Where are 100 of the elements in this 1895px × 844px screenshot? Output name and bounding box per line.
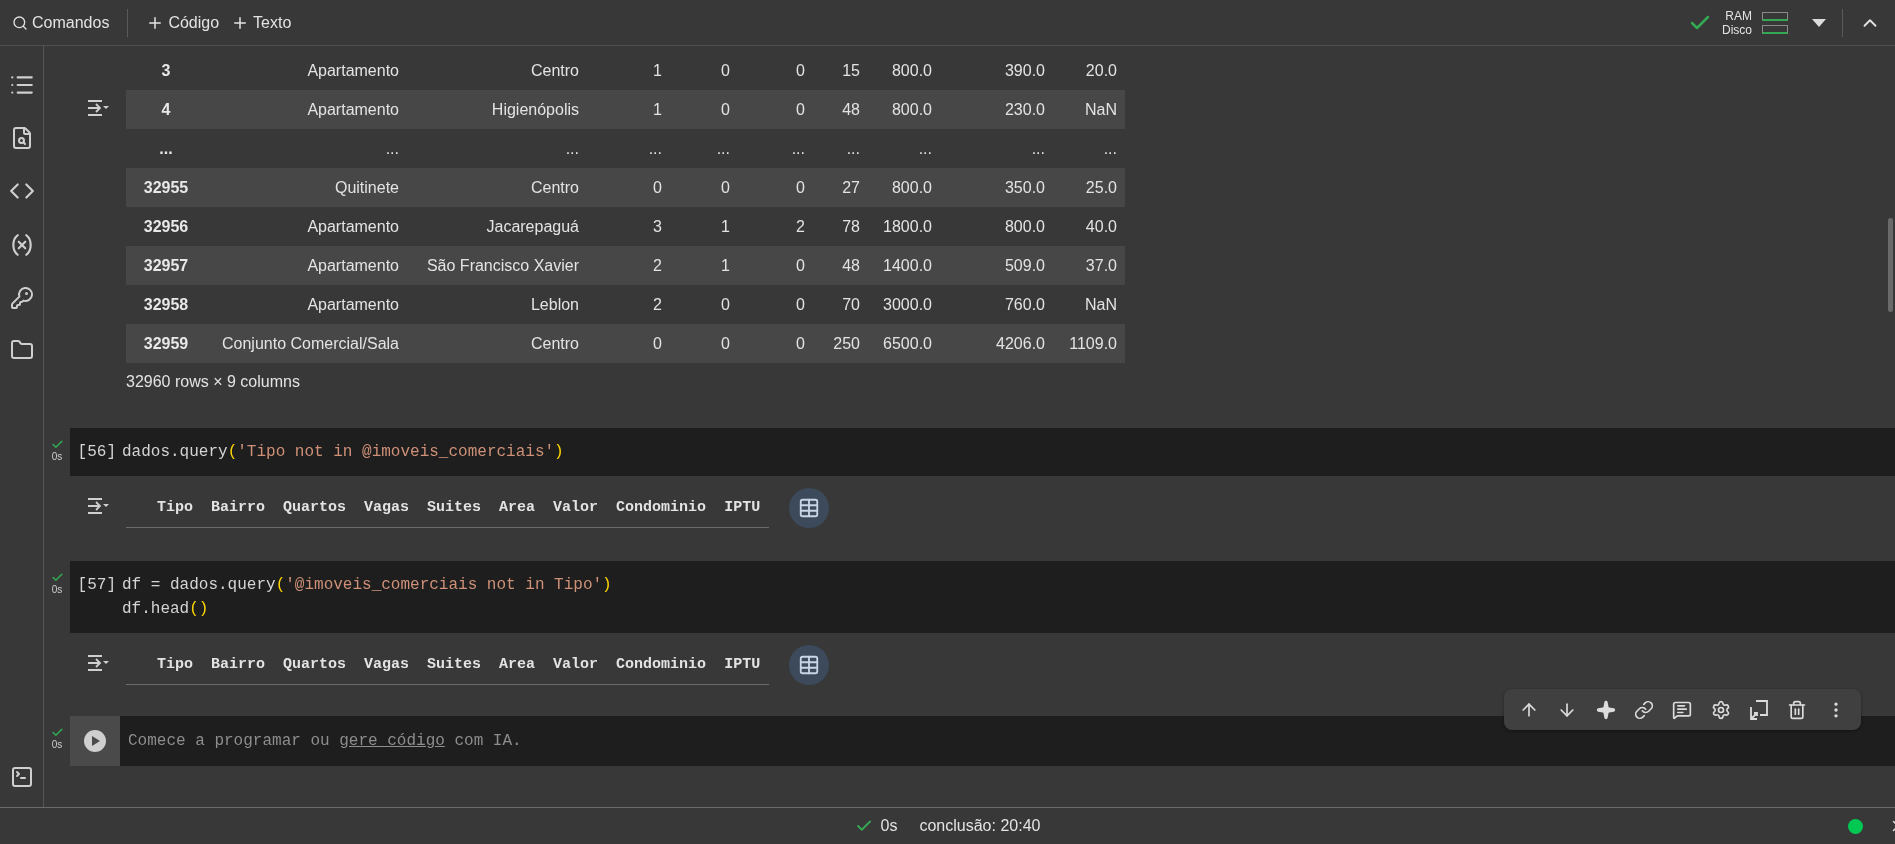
code-line: df.head() bbox=[122, 599, 210, 620]
ram-label: RAM bbox=[1725, 8, 1752, 23]
table-cell: 0 bbox=[670, 324, 738, 363]
table-cell: 350.0 bbox=[940, 168, 1053, 207]
column-header: Quartos bbox=[274, 488, 356, 527]
table-cell: 2 bbox=[738, 207, 813, 246]
table-cell: 1 bbox=[587, 51, 670, 90]
output-toggle-icon[interactable] bbox=[86, 653, 110, 673]
table-cell: NaN bbox=[1053, 90, 1125, 129]
table-cell: 800.0 bbox=[868, 90, 940, 129]
column-header: Bairro bbox=[202, 645, 275, 684]
table-cell: 2 bbox=[587, 285, 670, 324]
table-cell: ... bbox=[1053, 129, 1125, 168]
table-cell: 3 bbox=[587, 207, 670, 246]
table-cell: ... bbox=[587, 129, 670, 168]
code-cell[interactable]: [57] df = dados.query('@imoveis_comerciais not in Tipo') df.head() bbox=[70, 561, 1895, 633]
execution-time: 0s bbox=[51, 739, 63, 750]
generate-code-link[interactable]: gere código bbox=[339, 732, 445, 750]
column-header: Condominio bbox=[607, 488, 716, 527]
table-cell: 250 bbox=[813, 324, 868, 363]
table-cell: ... bbox=[407, 129, 587, 168]
column-header: Vagas bbox=[355, 645, 419, 684]
table-cell: 78 bbox=[813, 207, 868, 246]
output-toggle-icon[interactable] bbox=[86, 98, 110, 118]
table-cell: 4206.0 bbox=[940, 324, 1053, 363]
table-cell: ... bbox=[813, 129, 868, 168]
table-view-button[interactable] bbox=[789, 488, 830, 528]
table-cell: 40.0 bbox=[1053, 207, 1125, 246]
execution-count: [57] bbox=[76, 575, 117, 596]
add-code-button[interactable]: Código bbox=[140, 7, 226, 38]
table-cell: 25.0 bbox=[1053, 168, 1125, 207]
table-cell: 0 bbox=[670, 168, 738, 207]
table-cell: ... bbox=[206, 129, 407, 168]
table-cell: 0 bbox=[738, 324, 813, 363]
table-cell: Quitinete bbox=[206, 168, 407, 207]
table-icon bbox=[798, 497, 821, 519]
code-line: df = dados.query('@imoveis_comerciais not in Tipo') bbox=[122, 575, 612, 596]
column-header: Bairro bbox=[202, 488, 275, 527]
column-header: IPTU bbox=[715, 488, 770, 527]
table-cell: Apartamento bbox=[206, 90, 407, 129]
column-header: Suites bbox=[418, 488, 491, 527]
table-cell: 0 bbox=[738, 90, 813, 129]
table-cell: 230.0 bbox=[940, 90, 1053, 129]
column-header: IPTU bbox=[715, 645, 770, 684]
table-cell: Leblon bbox=[407, 285, 587, 324]
table-dimensions-text: 32960 rows × 9 columns bbox=[126, 373, 301, 392]
table-cell: 0 bbox=[587, 168, 670, 207]
table-cell: Apartamento bbox=[206, 207, 407, 246]
table-cell: Higienópolis bbox=[407, 90, 587, 129]
table-cell: 800.0 bbox=[940, 207, 1053, 246]
column-header: Vagas bbox=[355, 488, 419, 527]
table-cell: 0 bbox=[670, 285, 738, 324]
table-cell: 1800.0 bbox=[868, 207, 940, 246]
table-cell: Centro bbox=[407, 324, 587, 363]
table-cell: 3000.0 bbox=[868, 285, 940, 324]
table-cell: 0 bbox=[738, 246, 813, 285]
disk-meter bbox=[1762, 24, 1788, 34]
column-header: Quartos bbox=[274, 645, 356, 684]
row-index: 32958 bbox=[126, 285, 206, 324]
table-cell: 760.0 bbox=[940, 285, 1053, 324]
execution-time: 0s bbox=[51, 584, 63, 595]
column-header: Area bbox=[490, 645, 545, 684]
code-cell[interactable]: Comece a programar ou gere código com IA. bbox=[70, 716, 1895, 766]
table-cell: Jacarepaguá bbox=[407, 207, 587, 246]
table-cell: 70 bbox=[813, 285, 868, 324]
column-header: Suites bbox=[418, 645, 491, 684]
table-cell: ... bbox=[868, 129, 940, 168]
row-index: 32956 bbox=[126, 207, 206, 246]
column-header: Valor bbox=[544, 488, 608, 527]
commands-button[interactable]: Comandos bbox=[6, 7, 116, 38]
table-cell: 6500.0 bbox=[868, 324, 940, 363]
code-line: dados.query('Tipo not in @imoveis_comerciais') bbox=[122, 442, 564, 463]
table-cell: 1 bbox=[670, 246, 738, 285]
execution-time: 0s bbox=[880, 817, 898, 835]
table-cell: ... bbox=[738, 129, 813, 168]
table-cell: Apartamento bbox=[206, 285, 407, 324]
table-cell: 0 bbox=[738, 285, 813, 324]
placeholder-text: Comece a programar ou gere código com IA. bbox=[127, 732, 522, 750]
table-cell: 0 bbox=[670, 51, 738, 90]
code-cell[interactable]: [56] dados.query('Tipo not in @imoveis_comerciais') bbox=[70, 428, 1895, 476]
row-index: 3 bbox=[126, 51, 206, 90]
table-cell: NaN bbox=[1053, 285, 1125, 324]
table-cell: 20.0 bbox=[1053, 51, 1125, 90]
table-cell: ... bbox=[670, 129, 738, 168]
run-button[interactable] bbox=[70, 716, 120, 766]
add-text-button[interactable]: Texto bbox=[225, 7, 298, 38]
table-cell: 1 bbox=[587, 90, 670, 129]
table-cell: 2 bbox=[587, 246, 670, 285]
execution-time: 0s bbox=[51, 451, 63, 462]
table-cell: 0 bbox=[738, 51, 813, 90]
table-cell: 390.0 bbox=[940, 51, 1053, 90]
table-cell: 1400.0 bbox=[868, 246, 940, 285]
output-toggle-icon[interactable] bbox=[86, 496, 110, 516]
table-view-button[interactable] bbox=[789, 645, 830, 685]
table-cell: Apartamento bbox=[206, 246, 407, 285]
table-cell: Centro bbox=[407, 51, 587, 90]
scrollbar-thumb[interactable] bbox=[1888, 218, 1893, 312]
table-cell: 509.0 bbox=[940, 246, 1053, 285]
table-cell: Conjunto Comercial/Sala bbox=[206, 324, 407, 363]
table-cell: 15 bbox=[813, 51, 868, 90]
